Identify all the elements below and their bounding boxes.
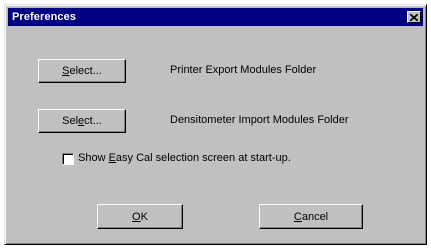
cancel-button[interactable]: Cancel: [259, 204, 363, 229]
close-icon: [410, 13, 418, 21]
ok-button-label: OK: [132, 210, 148, 223]
dialog-title: Preferences: [12, 11, 77, 23]
printer-export-modules-folder-label: Printer Export Modules Folder: [170, 64, 317, 76]
easy-cal-startup-checkbox[interactable]: [62, 153, 74, 165]
select-densitometer-folder-button[interactable]: Select...: [38, 109, 126, 133]
title-bar[interactable]: Preferences: [8, 8, 423, 26]
cancel-button-label: Cancel: [293, 210, 329, 223]
select-printer-folder-label: Select...: [62, 65, 102, 77]
close-button[interactable]: [407, 11, 421, 23]
preferences-dialog: Preferences Select... Printer Export Mod…: [4, 4, 427, 245]
densitometer-import-modules-folder-label: Densitometer Import Modules Folder: [170, 114, 349, 126]
select-densitometer-folder-label: Select...: [62, 115, 102, 127]
select-printer-folder-button[interactable]: Select...: [38, 59, 126, 83]
ok-button[interactable]: OK: [97, 204, 183, 229]
easy-cal-startup-label[interactable]: Show Easy Cal selection screen at start-…: [78, 152, 291, 164]
